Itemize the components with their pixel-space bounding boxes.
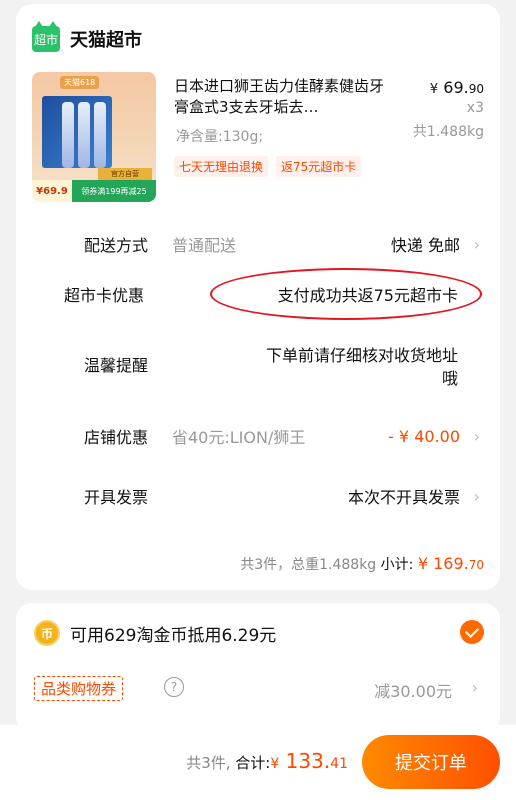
order-card: 超市 天猫超市 天猫618 官方自营 ¥69.9 领券满199再减25 日本进口… [16, 4, 500, 590]
invoice-row[interactable]: 开具发票 本次不开具发票 › [16, 484, 500, 508]
delivery-mid: 普通配送 [172, 236, 237, 255]
reminder-line: 下单前请仔细核对收货地址 [265, 346, 458, 365]
shop-discount-mid: 省40元:LION/狮王 [172, 428, 306, 447]
invoice-label: 开具发票 [84, 488, 149, 507]
thumb-coupon: 领券满199再减25 [72, 180, 156, 202]
product-spec: 净含量:130g; [176, 129, 264, 145]
coin-icon: 币 [34, 620, 60, 646]
subtotal-label: 小计: [380, 557, 414, 573]
product-qty: x3 [466, 100, 484, 116]
thumb-badge: 天猫618 [60, 76, 100, 89]
order-total: 共3件, 合计:¥ 133.41 [186, 749, 348, 773]
delivery-label: 配送方式 [84, 236, 149, 255]
submit-order-button[interactable]: 提交订单 [362, 735, 500, 789]
check-circle-icon[interactable] [460, 620, 484, 644]
product-price: ¥ 69.90 [429, 78, 484, 97]
invoice-value: 本次不开具发票 [347, 488, 460, 507]
order-summary: 共3件，总重1.488kg 小计: ¥ 169.70 [240, 554, 484, 574]
tag-card-rebate: 返75元超市卡 [276, 156, 362, 177]
store-header[interactable]: 超市 天猫超市 [32, 21, 142, 52]
reminder-value: 下单前请仔细核对收货地址 哦 [266, 344, 458, 390]
reminder-line: 哦 [441, 369, 458, 388]
chevron-right-icon: › [473, 234, 480, 254]
chevron-right-icon: › [473, 426, 480, 446]
question-icon[interactable]: ? [164, 677, 184, 697]
shop-discount-label: 店铺优惠 [84, 428, 149, 447]
reminder-label: 温馨提醒 [84, 356, 149, 375]
product-tags: 七天无理由退换 返75元超市卡 [174, 156, 362, 177]
tag-return: 七天无理由退换 [174, 156, 269, 177]
summary-text: 共3件，总重1.488kg [240, 557, 377, 573]
chevron-right-icon: › [473, 486, 480, 506]
delivery-value: 快递 免邮 [390, 236, 460, 255]
highlight-ring [210, 268, 482, 320]
total-amount: ¥ 133.41 [270, 749, 348, 773]
product-title[interactable]: 日本进口狮王齿力佳酵素健齿牙膏盒式3支去牙垢去… [174, 76, 386, 118]
store-logo-icon: 超市 [32, 21, 60, 52]
tube-graphic [62, 102, 74, 168]
delivery-row[interactable]: 配送方式 普通配送 快递 免邮 › [16, 232, 500, 256]
coupon-discount[interactable]: 减30.00元 [374, 678, 452, 702]
subtotal-amount: ¥ 169.70 [417, 554, 484, 573]
bottom-bar: 共3件, 合计:¥ 133.41 提交订单 [0, 725, 516, 800]
thumb-price: ¥69.9 [32, 180, 72, 202]
total-count: 共3件, [186, 754, 231, 772]
product-image[interactable]: 天猫618 官方自营 ¥69.9 领券满199再减25 [32, 72, 156, 202]
category-coupon-badge: 品类购物券 [34, 676, 124, 701]
coupon-card: 币 可用629淘金币抵用6.29元 品类购物券 ? 减30.00元 › [16, 603, 500, 733]
product-weight: 共1.488kg [412, 124, 484, 140]
store-name: 天猫超市 [70, 30, 142, 51]
tube-graphic [94, 102, 106, 168]
chevron-right-icon[interactable]: › [472, 678, 478, 697]
card-rebate-label: 超市卡优惠 [64, 286, 145, 305]
thumb-official-label: 官方自营 [98, 168, 152, 180]
coin-text: 可用629淘金币抵用6.29元 [70, 626, 277, 646]
shop-discount-row[interactable]: 店铺优惠 省40元:LION/狮王 - ¥ 40.00 › [16, 424, 500, 448]
shop-discount-value: - ¥ 40.00 [388, 426, 460, 446]
total-label: 合计: [235, 754, 271, 772]
tube-graphic [78, 102, 90, 168]
